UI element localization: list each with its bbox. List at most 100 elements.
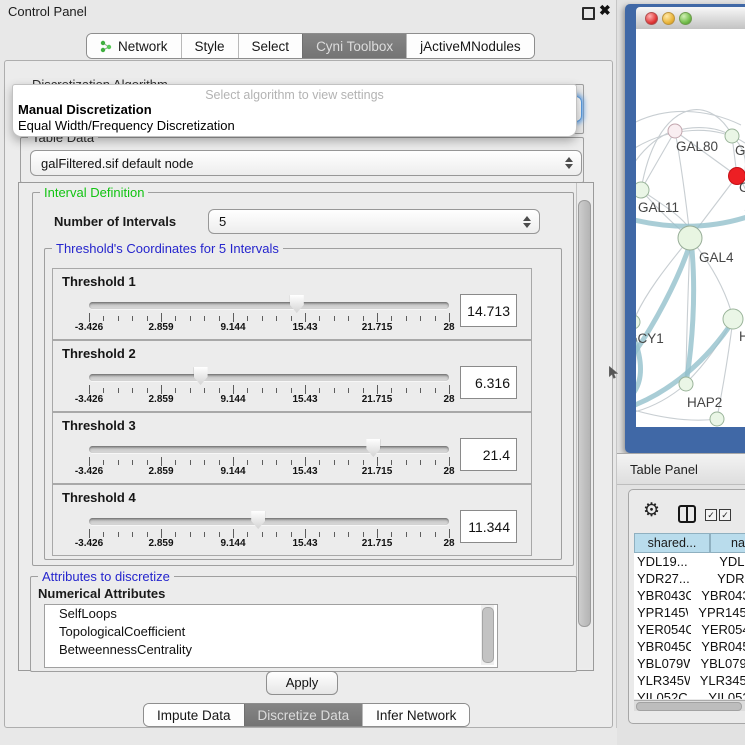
bottom-tabs: Impute DataDiscretize DataInfer Network xyxy=(143,703,470,727)
slider-track[interactable] xyxy=(89,446,449,453)
checkbox-icon[interactable]: ✓ xyxy=(705,509,717,521)
slider-track[interactable] xyxy=(89,374,449,381)
table-row[interactable]: YPR145WYPR145W xyxy=(634,604,745,621)
number-of-intervals-select[interactable]: 5 xyxy=(208,209,540,234)
tick xyxy=(348,532,349,537)
slider-handle[interactable] xyxy=(194,367,208,385)
tick xyxy=(219,532,220,537)
tick xyxy=(219,460,220,465)
attribute-item-topologicalcoefficient[interactable]: TopologicalCoefficient xyxy=(45,623,497,641)
tick xyxy=(348,316,349,321)
network-node-label: GA xyxy=(735,143,745,158)
slider-handle[interactable] xyxy=(251,511,265,529)
numerical-attributes-list[interactable]: SelfLoopsTopologicalCoefficientBetweenne… xyxy=(44,604,498,668)
network-edge[interactable] xyxy=(636,409,717,420)
table-row[interactable]: YBR045CYBR045C xyxy=(634,638,745,655)
network-node-ga[interactable] xyxy=(725,129,739,143)
number-of-intervals-value: 5 xyxy=(219,214,226,229)
column-header-shared-name[interactable]: shared... xyxy=(634,533,710,553)
tick xyxy=(363,316,364,321)
tick xyxy=(276,532,277,537)
tab-select[interactable]: Select xyxy=(238,34,303,58)
threshold-value-field-1[interactable] xyxy=(460,294,517,327)
tick xyxy=(161,313,162,322)
column-header-name[interactable]: na xyxy=(710,533,745,553)
network-node[interactable] xyxy=(710,412,724,426)
bottom-tab-impute-data[interactable]: Impute Data xyxy=(144,704,244,726)
minimize-traffic-light-icon[interactable] xyxy=(662,12,675,25)
network-node-gal4[interactable] xyxy=(678,226,702,250)
table-row[interactable]: YLR345WYLR345W xyxy=(634,672,745,689)
network-node-gal80[interactable] xyxy=(668,124,682,138)
cell-shared-name: YBR045C xyxy=(634,638,691,655)
network-node-hap2[interactable] xyxy=(679,377,693,391)
network-edge[interactable] xyxy=(641,131,675,190)
spinner-arrows-icon xyxy=(523,216,531,228)
tick-label: 9.144 xyxy=(220,466,245,477)
slider-track[interactable] xyxy=(89,302,449,309)
bottom-tab-infer-network[interactable]: Infer Network xyxy=(362,704,469,726)
network-edge-highlighted[interactable] xyxy=(636,216,745,226)
apply-button[interactable]: Apply xyxy=(266,671,338,695)
table-row[interactable]: YER054CYER054C xyxy=(634,621,745,638)
tick xyxy=(363,388,364,393)
network-node-gal11[interactable] xyxy=(636,182,649,198)
popup-option-manual-discretization[interactable]: Manual Discretization xyxy=(18,102,152,117)
attributes-list-scrollbar-thumb[interactable] xyxy=(482,607,494,663)
attribute-item-betweennesscentrality[interactable]: BetweennessCentrality xyxy=(45,641,497,659)
checkbox-icon[interactable]: ✓ xyxy=(719,509,731,521)
table-row[interactable]: YIL052CYIL052C xyxy=(634,689,745,699)
popup-option-equal-width[interactable]: Equal Width/Frequency Discretization xyxy=(18,118,235,133)
cell-shared-name: YER054C xyxy=(634,621,691,638)
tick xyxy=(132,316,133,321)
network-node-h[interactable] xyxy=(723,309,743,329)
network-graph[interactable]: GAL80GACGAL11GAL4GCY1HHAP2 xyxy=(636,29,745,427)
tick xyxy=(219,316,220,321)
attributes-list-scrollbar[interactable] xyxy=(481,605,494,665)
network-canvas[interactable]: GAL80GACGAL11GAL4GCY1HHAP2 xyxy=(636,29,745,427)
threshold-value-field-3[interactable] xyxy=(460,438,517,471)
threshold-value-field-4[interactable] xyxy=(460,510,517,543)
tick-label: -3.426 xyxy=(75,322,103,333)
tab-style[interactable]: Style xyxy=(181,34,238,58)
tick xyxy=(132,460,133,465)
float-window-icon[interactable] xyxy=(582,7,595,20)
close-traffic-light-icon[interactable] xyxy=(645,12,658,25)
slider-handle[interactable] xyxy=(290,295,304,313)
zoom-traffic-light-icon[interactable] xyxy=(679,12,692,25)
network-edge[interactable] xyxy=(636,111,741,125)
table-row[interactable]: YDR27...YDR27 xyxy=(634,570,745,587)
tick xyxy=(175,532,176,537)
threshold-label-2: Threshold 2 xyxy=(62,346,136,361)
tab-network[interactable]: Network xyxy=(87,34,181,58)
tab-jactivemnodules[interactable]: jActiveMNodules xyxy=(406,34,534,58)
bottom-tab-discretize-data[interactable]: Discretize Data xyxy=(244,704,363,726)
tick xyxy=(391,532,392,537)
tick xyxy=(377,385,378,394)
network-window-titlebar[interactable] xyxy=(636,7,745,30)
slider-track[interactable] xyxy=(89,518,449,525)
tab-cyni-toolbox[interactable]: Cyni Toolbox xyxy=(302,34,406,58)
table-row[interactable]: YBL079WYBL079W xyxy=(634,655,745,672)
threshold-value-field-2[interactable] xyxy=(460,366,517,399)
table-row[interactable]: YDL19...YDL19 xyxy=(634,553,745,570)
table-row[interactable]: YBR043CYBR043C xyxy=(634,587,745,604)
network-view-window: GAL80GACGAL11GAL4GCY1HHAP2 xyxy=(625,4,745,453)
table-body[interactable]: YDL19...YDL19YDR27...YDR27YBR043CYBR043C… xyxy=(634,553,745,699)
split-columns-icon[interactable] xyxy=(678,505,696,523)
horizontal-scrollbar[interactable] xyxy=(634,700,745,711)
gear-icon[interactable]: ⚙ xyxy=(643,499,660,522)
tick-label: -3.426 xyxy=(75,538,103,549)
vertical-scrollbar-thumb[interactable] xyxy=(578,200,591,627)
tick xyxy=(118,388,119,393)
tick xyxy=(291,532,292,537)
table-data-select[interactable]: galFiltered.sif default node xyxy=(30,150,582,176)
network-edge[interactable] xyxy=(636,130,674,169)
network-node-gcy1[interactable] xyxy=(636,315,640,329)
tick-label: 28 xyxy=(443,466,454,477)
slider-handle[interactable] xyxy=(366,439,380,457)
horizontal-scrollbar-thumb[interactable] xyxy=(636,702,742,711)
close-icon[interactable]: ✖ xyxy=(599,2,611,19)
tick xyxy=(89,313,90,322)
attribute-item-selfloops[interactable]: SelfLoops xyxy=(45,605,497,623)
